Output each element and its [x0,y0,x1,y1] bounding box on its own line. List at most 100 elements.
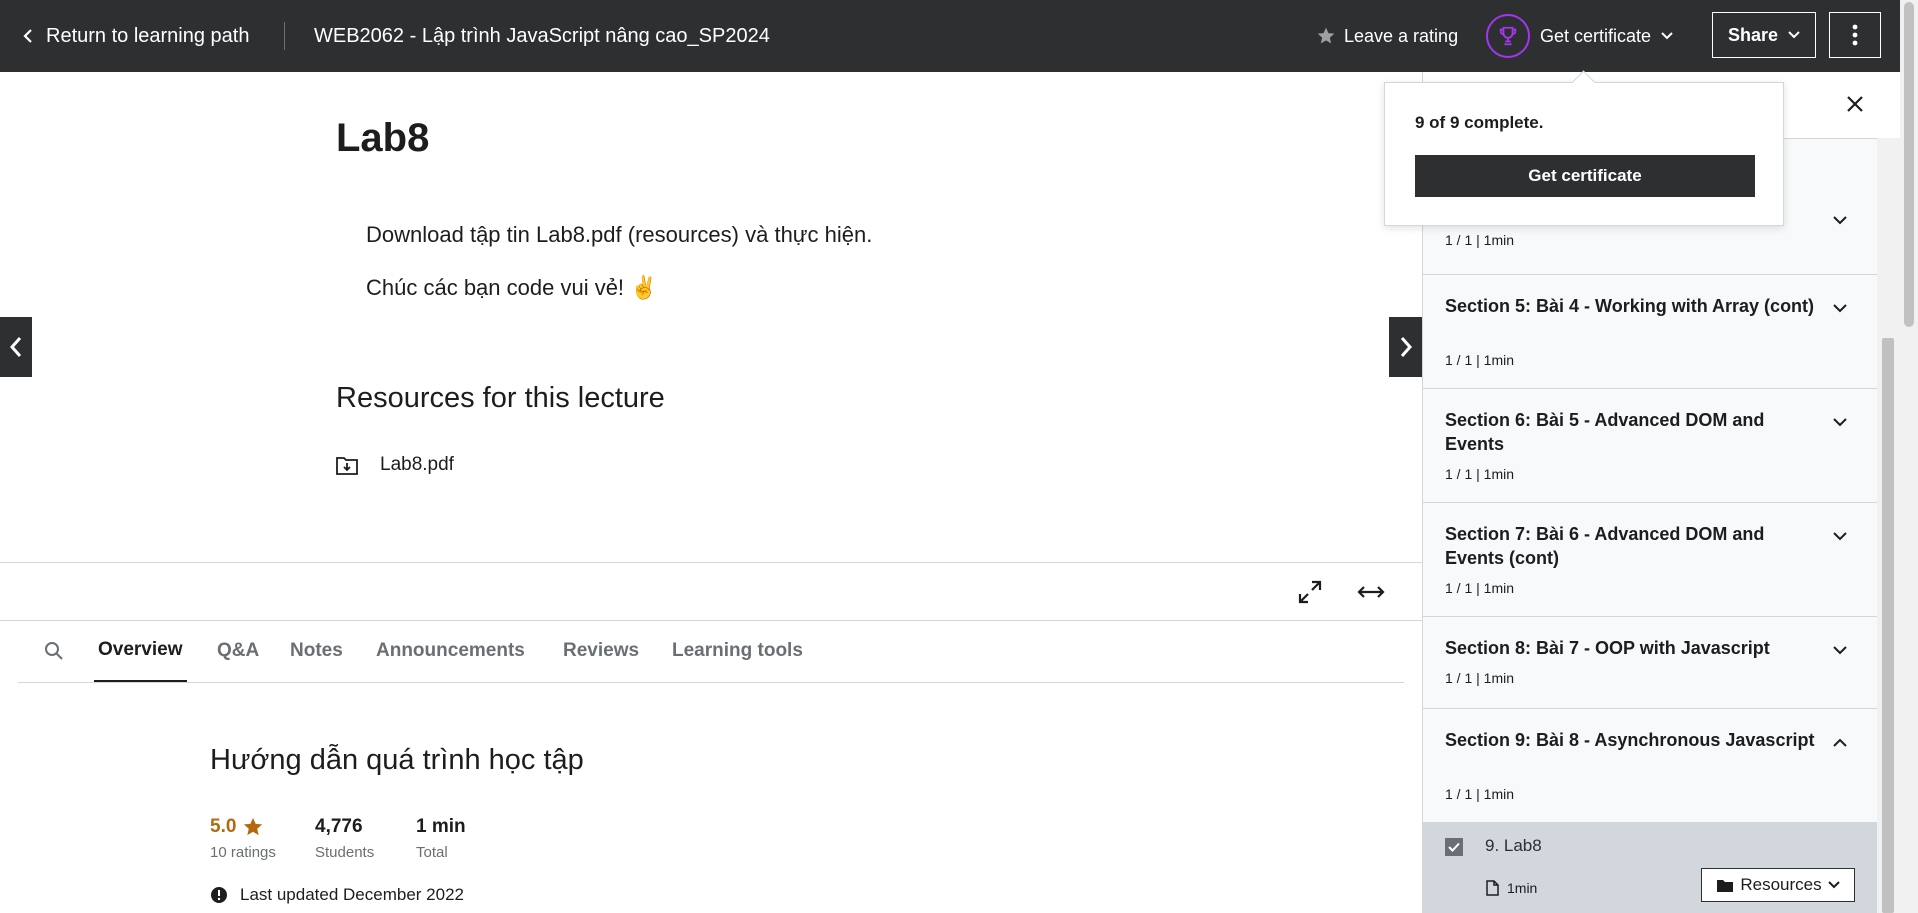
certificate-popover: 9 of 9 complete. Get certificate [1384,70,1784,226]
arrows-horizontal-icon [1357,586,1385,598]
chevron-down-icon [1833,528,1847,546]
chevron-up-icon [1833,734,1847,752]
section-item[interactable]: Section 6: Bài 5 - Advanced DOM and Even… [1423,388,1877,503]
folder-download-icon [336,457,358,475]
search-tab[interactable] [44,620,64,682]
chevron-down-icon [1827,881,1840,889]
chevron-down-icon [1833,300,1847,318]
chevron-down-icon [1661,32,1673,40]
section-meta: 1 / 1 | 1min [1445,670,1515,686]
wide-view-button[interactable] [1356,578,1386,611]
leave-rating-label: Leave a rating [1344,25,1459,46]
resources-dropdown-button[interactable]: Resources [1701,868,1855,902]
section-meta: 1 / 1 | 1min [1445,786,1515,802]
tab-announcements[interactable]: Announcements [376,620,525,682]
get-certificate-label: Get certificate [1540,25,1652,46]
return-to-learning-path-link[interactable]: Return to learning path [22,0,249,72]
star-icon [1317,27,1335,44]
trophy-icon [1486,14,1530,58]
get-certificate-button[interactable]: Get certificate [1415,155,1755,197]
close-sidebar-button[interactable] [1843,92,1867,121]
section-item[interactable]: Section 5: Bài 4 - Working with Array (c… [1423,274,1877,389]
chevron-down-icon [1788,31,1800,39]
lecture-paragraph: Chúc các bạn code vui vẻ! ✌️ [366,275,658,300]
students-value: 4,776 [315,816,363,837]
last-updated-text: Last updated December 2022 [240,885,464,904]
section-meta: 1 / 1 | 1min [1445,352,1515,368]
tab-overview[interactable]: Overview [94,620,187,682]
course-overview-title: Hướng dẫn quá trình học tập [210,744,584,776]
chevron-left-icon [23,29,32,43]
expand-button[interactable] [1296,578,1324,611]
lecture-duration: 1min [1485,880,1537,896]
return-label: Return to learning path [46,24,250,47]
sidebar-scrollbar[interactable] [1877,138,1901,913]
tab-notes[interactable]: Notes [290,620,343,682]
total-stat: 1 min Total [416,816,466,861]
scrollbar-thumb[interactable] [1882,338,1894,913]
section-title: Section 5: Bài 4 - Working with Array (c… [1445,296,1815,316]
top-bar: Return to learning path WEB2062 - Lập tr… [0,0,1900,72]
chevron-down-icon [1833,212,1847,230]
rating-stat: 5.0 10 ratings [210,816,276,861]
total-value: 1 min [416,816,466,837]
share-button[interactable]: Share [1712,12,1816,58]
divider [0,562,1422,563]
resource-file-link[interactable]: Lab8.pdf [336,454,454,476]
section-item[interactable]: Section 7: Bài 6 - Advanced DOM and Even… [1423,502,1877,617]
tab-qa[interactable]: Q&A [217,620,259,682]
section-title: Section 6: Bài 5 - Advanced DOM and Even… [1445,410,1765,454]
check-icon [1448,842,1460,852]
more-vertical-icon [1852,24,1858,46]
resources-label: Resources [1740,875,1822,894]
previous-lecture-button[interactable] [0,317,32,377]
resources-heading: Resources for this lecture [336,382,665,414]
search-icon [45,642,63,660]
share-label: Share [1727,24,1779,45]
section-title: Section 8: Bài 7 - OOP with Javascript [1445,638,1770,658]
rating-value: 5.0 [210,816,237,837]
tab-reviews[interactable]: Reviews [563,620,639,682]
chevron-down-icon [1833,414,1847,432]
section-item-expanded[interactable]: Section 9: Bài 8 - Asynchronous Javascri… [1423,708,1877,822]
students-stat: 4,776 Students [315,816,374,861]
lecture-content: Lab8 Download tập tin Lab8.pdf (resource… [0,72,1422,913]
chevron-down-icon [1833,642,1847,660]
rating-count: 10 ratings [210,844,276,861]
leave-rating-button[interactable]: Leave a rating [1316,0,1458,72]
lecture-item-title: 9. Lab8 [1485,836,1542,855]
more-options-button[interactable] [1829,12,1881,58]
lecture-paragraph: Download tập tin Lab8.pdf (resources) và… [366,222,873,247]
completed-checkbox[interactable] [1445,838,1463,856]
get-certificate-dropdown[interactable]: Get certificate [1486,0,1673,72]
expand-icon [1298,580,1322,604]
section-title: Section 9: Bài 8 - Asynchronous Javascri… [1445,730,1815,750]
tab-learning-tools[interactable]: Learning tools [672,620,803,682]
duration-text: 1min [1507,880,1538,896]
section-title: Section 7: Bài 6 - Advanced DOM and Even… [1445,524,1765,568]
chevron-right-icon [1400,337,1412,357]
folder-open-icon [1717,879,1734,892]
completion-status: 9 of 9 complete. [1415,113,1544,132]
last-updated: Last updated December 2022 [210,885,464,905]
scrollbar-thumb[interactable] [1904,2,1914,327]
file-icon [1486,880,1499,896]
section-meta: 1 / 1 | 1min [1445,466,1515,482]
course-title[interactable]: WEB2062 - Lập trình JavaScript nâng cao_… [314,0,770,72]
students-label: Students [315,844,375,861]
close-icon [1847,96,1863,112]
chevron-left-icon [9,337,22,357]
section-item[interactable]: Section 8: Bài 7 - OOP with Javascript 1… [1423,616,1877,709]
lecture-item-active[interactable]: 9. Lab8 1min Resources [1423,822,1877,913]
total-label: Total [416,844,448,861]
section-meta: 1 / 1 | 1min [1445,580,1515,596]
header-divider [284,22,285,50]
resource-file-name: Lab8.pdf [380,454,454,475]
star-icon [244,817,263,836]
lecture-title: Lab8 [336,116,430,160]
alert-circle-icon [211,887,227,903]
next-lecture-button[interactable] [1389,317,1422,377]
section-meta: 1 / 1 | 1min [1445,232,1515,248]
lecture-tabs: Overview Q&A Notes Announcements Reviews… [18,620,1404,683]
page-scrollbar[interactable] [1900,0,1918,913]
